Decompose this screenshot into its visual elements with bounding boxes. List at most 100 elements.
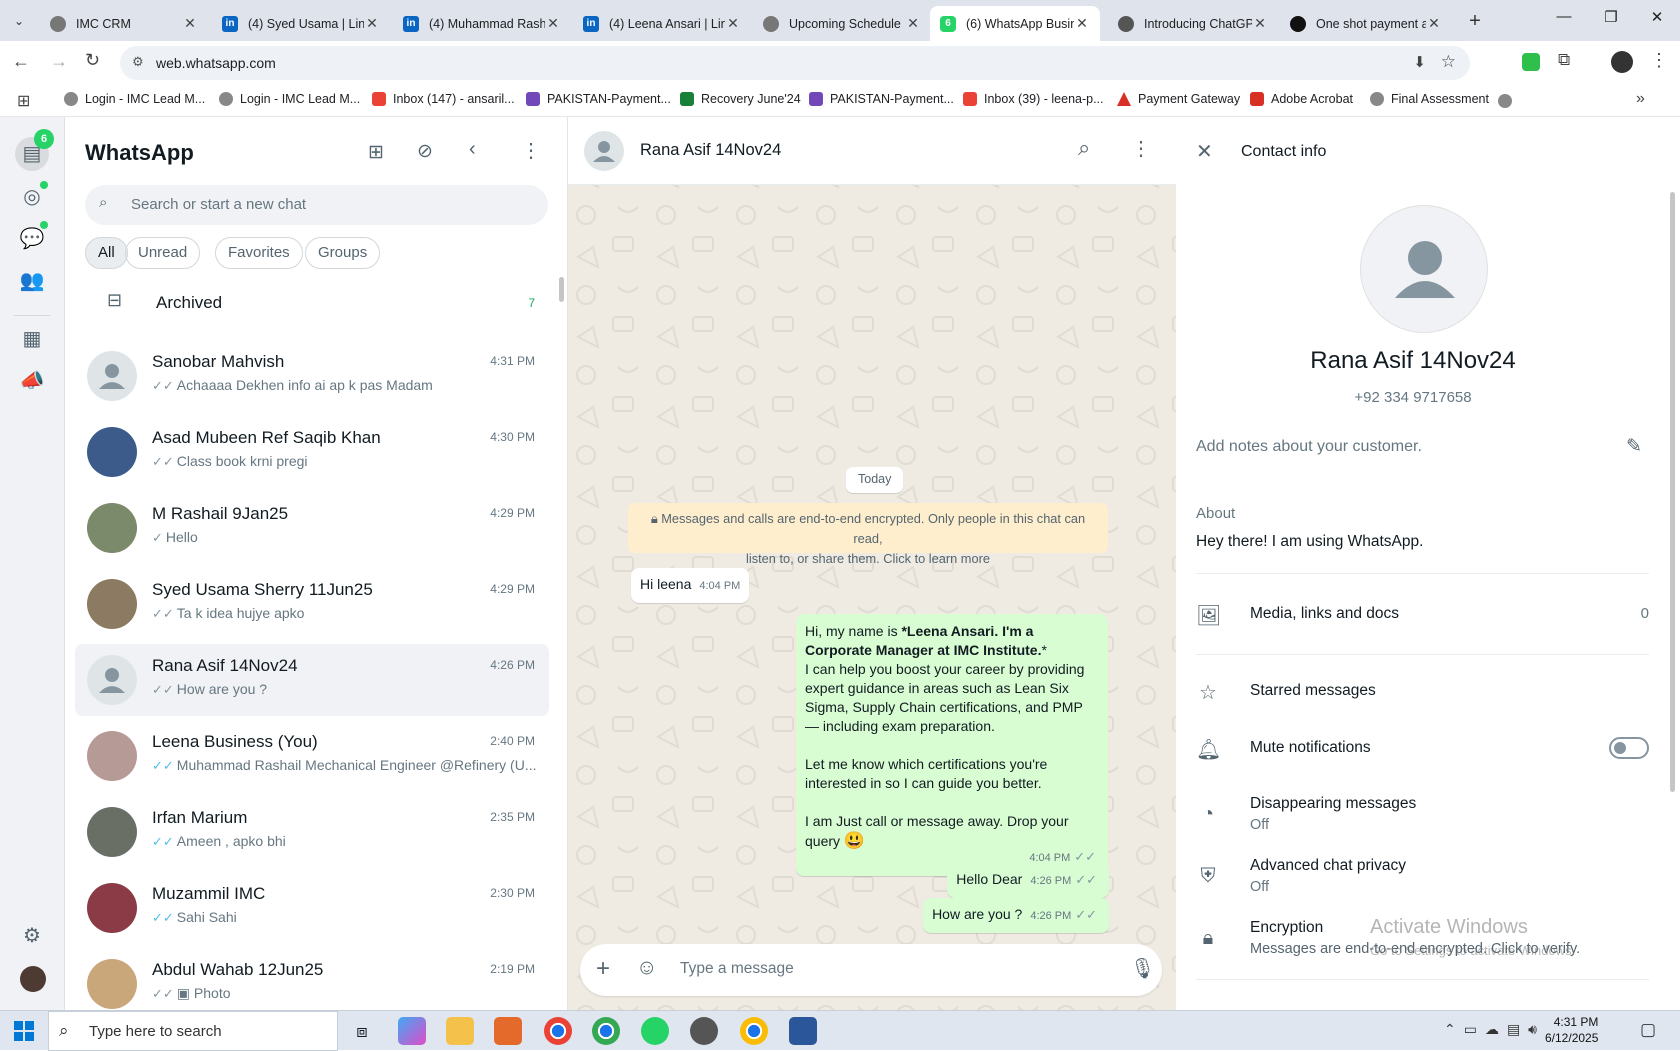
bookmark-item[interactable]: Final Assessment bbox=[1370, 92, 1489, 106]
disappearing-messages[interactable]: ◔ Disappearing messages Off bbox=[1196, 793, 1649, 839]
communities-icon[interactable]: 👥 bbox=[18, 267, 46, 295]
notifications-icon[interactable]: ▢ bbox=[1640, 1020, 1656, 1040]
browser-tab-active[interactable]: 6 (6) WhatsApp Busin ✕ bbox=[930, 6, 1100, 41]
browser-tab[interactable]: Introducing ChatGP ✕ bbox=[1108, 6, 1278, 41]
tray-icons[interactable]: ⌃▭☁▤🔊︎ bbox=[1444, 1021, 1545, 1038]
bookmark-item[interactable]: PAKISTAN-Payment... bbox=[809, 92, 954, 106]
close-tab-icon[interactable]: ✕ bbox=[364, 15, 380, 32]
message-incoming[interactable]: Hi leena 4:04 PM bbox=[631, 568, 750, 603]
message-outgoing[interactable]: Hello Dear 4:26 PM ✓✓ bbox=[947, 863, 1109, 898]
address-bar[interactable]: ⚙ web.whatsapp.com ⬇ ☆ bbox=[120, 46, 1470, 80]
contact-name[interactable]: Rana Asif 14Nov24 bbox=[640, 141, 781, 160]
close-tab-icon[interactable]: ✕ bbox=[1074, 15, 1090, 32]
bookmark-item[interactable]: PAKISTAN-Payment... bbox=[526, 92, 671, 106]
close-tab-icon[interactable]: ✕ bbox=[1426, 15, 1442, 32]
edit-pencil-icon[interactable]: ✎ bbox=[1626, 435, 1642, 458]
taskbar-search-input[interactable]: Type here to search bbox=[89, 1023, 222, 1040]
advanced-chat-privacy[interactable]: ⛨ Advanced chat privacy Off bbox=[1196, 855, 1649, 901]
app-icon[interactable] bbox=[494, 1017, 522, 1045]
message-input[interactable]: Type a message bbox=[680, 960, 794, 978]
chrome-menu-icon[interactable]: ⋮ bbox=[1650, 50, 1668, 71]
browser-tab[interactable]: One shot payment a ✕ bbox=[1280, 6, 1452, 41]
bookmark-favicon-icon[interactable] bbox=[1498, 94, 1512, 108]
file-explorer-icon[interactable] bbox=[446, 1017, 474, 1045]
browser-tab[interactable]: Upcoming Schedule ✕ bbox=[753, 6, 931, 41]
catalog-icon[interactable]: ▦ bbox=[18, 325, 46, 353]
more-bookmarks-icon[interactable]: » bbox=[1636, 90, 1645, 108]
bookmark-item[interactable]: Inbox (39) - leena-p... bbox=[963, 92, 1104, 106]
message-outgoing[interactable]: Hi, my name is *Leena Ansari. I'm a Corp… bbox=[796, 614, 1108, 876]
bookmark-star-icon[interactable]: ☆ bbox=[1441, 52, 1456, 72]
chrome-icon[interactable] bbox=[544, 1017, 572, 1045]
extension-green-icon[interactable] bbox=[1522, 53, 1540, 71]
scrollbar[interactable] bbox=[559, 277, 564, 302]
browser-tab[interactable]: IMC CRM ✕ bbox=[40, 6, 208, 41]
close-tab-icon[interactable]: ✕ bbox=[182, 15, 198, 32]
close-tab-icon[interactable]: ✕ bbox=[905, 15, 921, 32]
close-tab-icon[interactable]: ✕ bbox=[725, 15, 741, 32]
install-app-icon[interactable]: ⬇ bbox=[1413, 53, 1426, 71]
back-icon[interactable]: ← bbox=[12, 51, 30, 72]
menu-icon[interactable]: ⋮ bbox=[521, 138, 541, 163]
advertise-icon[interactable]: 📣 bbox=[18, 367, 46, 395]
new-chat-icon[interactable]: ⊞ bbox=[368, 141, 384, 164]
filter-groups[interactable]: Groups bbox=[305, 237, 381, 269]
chrome-icon[interactable] bbox=[592, 1017, 620, 1045]
hide-icon[interactable]: ⊘ bbox=[417, 140, 433, 163]
restore-button[interactable]: ❐ bbox=[1597, 8, 1625, 32]
filter-all[interactable]: All bbox=[85, 237, 128, 269]
chat-list-item[interactable]: Sanobar Mahvish 4:31 PM ✓✓ Achaaaa Dekhen i… bbox=[75, 340, 549, 412]
bookmark-item[interactable]: Payment Gateway bbox=[1117, 92, 1240, 106]
apps-grid-icon[interactable]: ⊞ bbox=[17, 91, 30, 111]
copilot-icon[interactable] bbox=[398, 1017, 426, 1045]
starred-messages[interactable]: ☆ Starred messages bbox=[1196, 680, 1649, 710]
extensions-icon[interactable]: ⧉ bbox=[1558, 50, 1570, 70]
message-input-bar[interactable]: + ☺ Type a message 🎙︎ bbox=[580, 944, 1162, 996]
scrollbar[interactable] bbox=[1670, 192, 1675, 792]
contact-photo[interactable] bbox=[1360, 205, 1488, 333]
chat-list-item[interactable]: M Rashail 9Jan25 4:29 PM ✓ Hello bbox=[75, 492, 549, 564]
archived-row[interactable]: ⊟ Archived 7 bbox=[75, 282, 549, 328]
attach-plus-icon[interactable]: + bbox=[596, 955, 610, 983]
close-window-button[interactable]: ✕ bbox=[1643, 8, 1671, 32]
chat-list-item[interactable]: Abdul Wahab 12Jun25 2:19 PM ✓✓ ▣ Photo bbox=[75, 948, 549, 1010]
minimize-button[interactable]: — bbox=[1550, 8, 1578, 32]
chat-header[interactable]: Rana Asif 14Nov24 ⌕ ⋮ bbox=[568, 117, 1176, 185]
close-icon[interactable]: ✕ bbox=[1196, 139, 1213, 164]
browser-tab[interactable]: in (4) Syed Usama | Lin ✕ bbox=[212, 6, 390, 41]
bookmark-item[interactable]: Adobe Acrobat bbox=[1250, 92, 1353, 106]
task-view-icon[interactable]: ⧈ bbox=[348, 1017, 376, 1045]
profile-photo[interactable] bbox=[20, 966, 46, 992]
microphone-icon[interactable]: 🎙︎ bbox=[1130, 956, 1155, 981]
profile-avatar[interactable] bbox=[1611, 51, 1633, 73]
search-input[interactable]: Search or start a new chat bbox=[131, 196, 306, 213]
sticker-icon[interactable]: ☺ bbox=[636, 956, 657, 980]
search-box[interactable]: ⌕ Search or start a new chat bbox=[85, 185, 548, 225]
chat-list-item[interactable]: Asad Mubeen Ref Saqib Khan 4:30 PM ✓✓ Class… bbox=[75, 416, 549, 488]
chat-list-item[interactable]: Syed Usama Sherry 11Jun25 4:29 PM ✓✓ Ta k i… bbox=[75, 568, 549, 640]
chevron-left-icon[interactable]: ‹ bbox=[469, 138, 476, 161]
chrome-icon[interactable] bbox=[740, 1017, 768, 1045]
chat-list-item[interactable]: Irfan Marium 2:35 PM ✓✓ Ameen , apko bhi bbox=[75, 796, 549, 868]
channels-icon[interactable]: 💬 bbox=[18, 225, 46, 253]
settings-icon[interactable]: ⚙ bbox=[18, 922, 46, 950]
contact-avatar[interactable] bbox=[584, 131, 624, 171]
clock[interactable]: 4:31 PM 6/12/2025 bbox=[1545, 1014, 1598, 1046]
taskbar-search[interactable]: ⌕ Type here to search bbox=[48, 1011, 338, 1051]
word-icon[interactable] bbox=[789, 1017, 817, 1045]
media-links-docs[interactable]: 🖼︎ Media, links and docs 0 bbox=[1196, 603, 1649, 633]
clock-app-icon[interactable] bbox=[690, 1017, 718, 1045]
close-tab-icon[interactable]: ✕ bbox=[1252, 15, 1268, 32]
browser-tab[interactable]: in (4) Leena Ansari | Lin ✕ bbox=[573, 6, 751, 41]
tab-search-button[interactable]: ⌄ bbox=[8, 10, 30, 32]
bookmark-item[interactable]: Inbox (147) - ansaril... bbox=[372, 92, 515, 106]
site-info-icon[interactable]: ⚙ bbox=[132, 54, 144, 70]
menu-icon[interactable]: ⋮ bbox=[1131, 136, 1151, 161]
notes-input[interactable]: Add notes about your customer. bbox=[1196, 438, 1422, 456]
forward-icon[interactable]: → bbox=[50, 51, 68, 72]
message-outgoing[interactable]: How are you ? 4:26 PM ✓✓ bbox=[923, 898, 1109, 933]
chat-list-item[interactable]: Leena Business (You) 2:40 PM ✓✓ Muhammad Ra… bbox=[75, 720, 549, 792]
windows-start-icon[interactable] bbox=[14, 1021, 34, 1041]
filter-favorites[interactable]: Favorites bbox=[215, 237, 303, 269]
bookmark-item[interactable]: Login - IMC Lead M... bbox=[219, 92, 360, 106]
